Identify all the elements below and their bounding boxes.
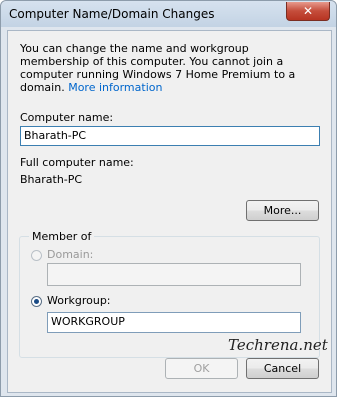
close-icon: ✕ [302, 4, 314, 18]
title-bar[interactable]: Computer Name/Domain Changes ✕ [1, 1, 336, 27]
domain-radio[interactable] [31, 250, 42, 261]
computer-name-label: Computer name: [20, 111, 114, 124]
workgroup-radio[interactable] [31, 296, 42, 307]
intro-text: You can change the name and workgroup me… [20, 42, 320, 94]
dialog-window: Computer Name/Domain Changes ✕ You can c… [0, 0, 337, 397]
domain-label: Domain: [47, 248, 94, 261]
workgroup-label: Workgroup: [47, 294, 111, 307]
cancel-button[interactable]: Cancel [246, 358, 319, 379]
more-information-link[interactable]: More information [68, 81, 162, 94]
more-button[interactable]: More... [246, 200, 319, 221]
close-button[interactable]: ✕ [286, 2, 330, 21]
dialog-content: You can change the name and workgroup me… [7, 30, 332, 393]
window-title: Computer Name/Domain Changes [9, 7, 215, 21]
radio-selected-dot [34, 299, 39, 304]
full-computer-name-label: Full computer name: [20, 156, 134, 169]
watermark-text: Techrena.net [228, 336, 328, 354]
workgroup-input[interactable]: WORKGROUP [47, 312, 301, 333]
ok-button[interactable]: OK [165, 358, 238, 379]
computer-name-input[interactable]: Bharath-PC [20, 126, 320, 146]
domain-input[interactable] [47, 263, 301, 286]
member-of-legend: Member of [29, 230, 95, 243]
full-computer-name-value: Bharath-PC [20, 173, 83, 186]
